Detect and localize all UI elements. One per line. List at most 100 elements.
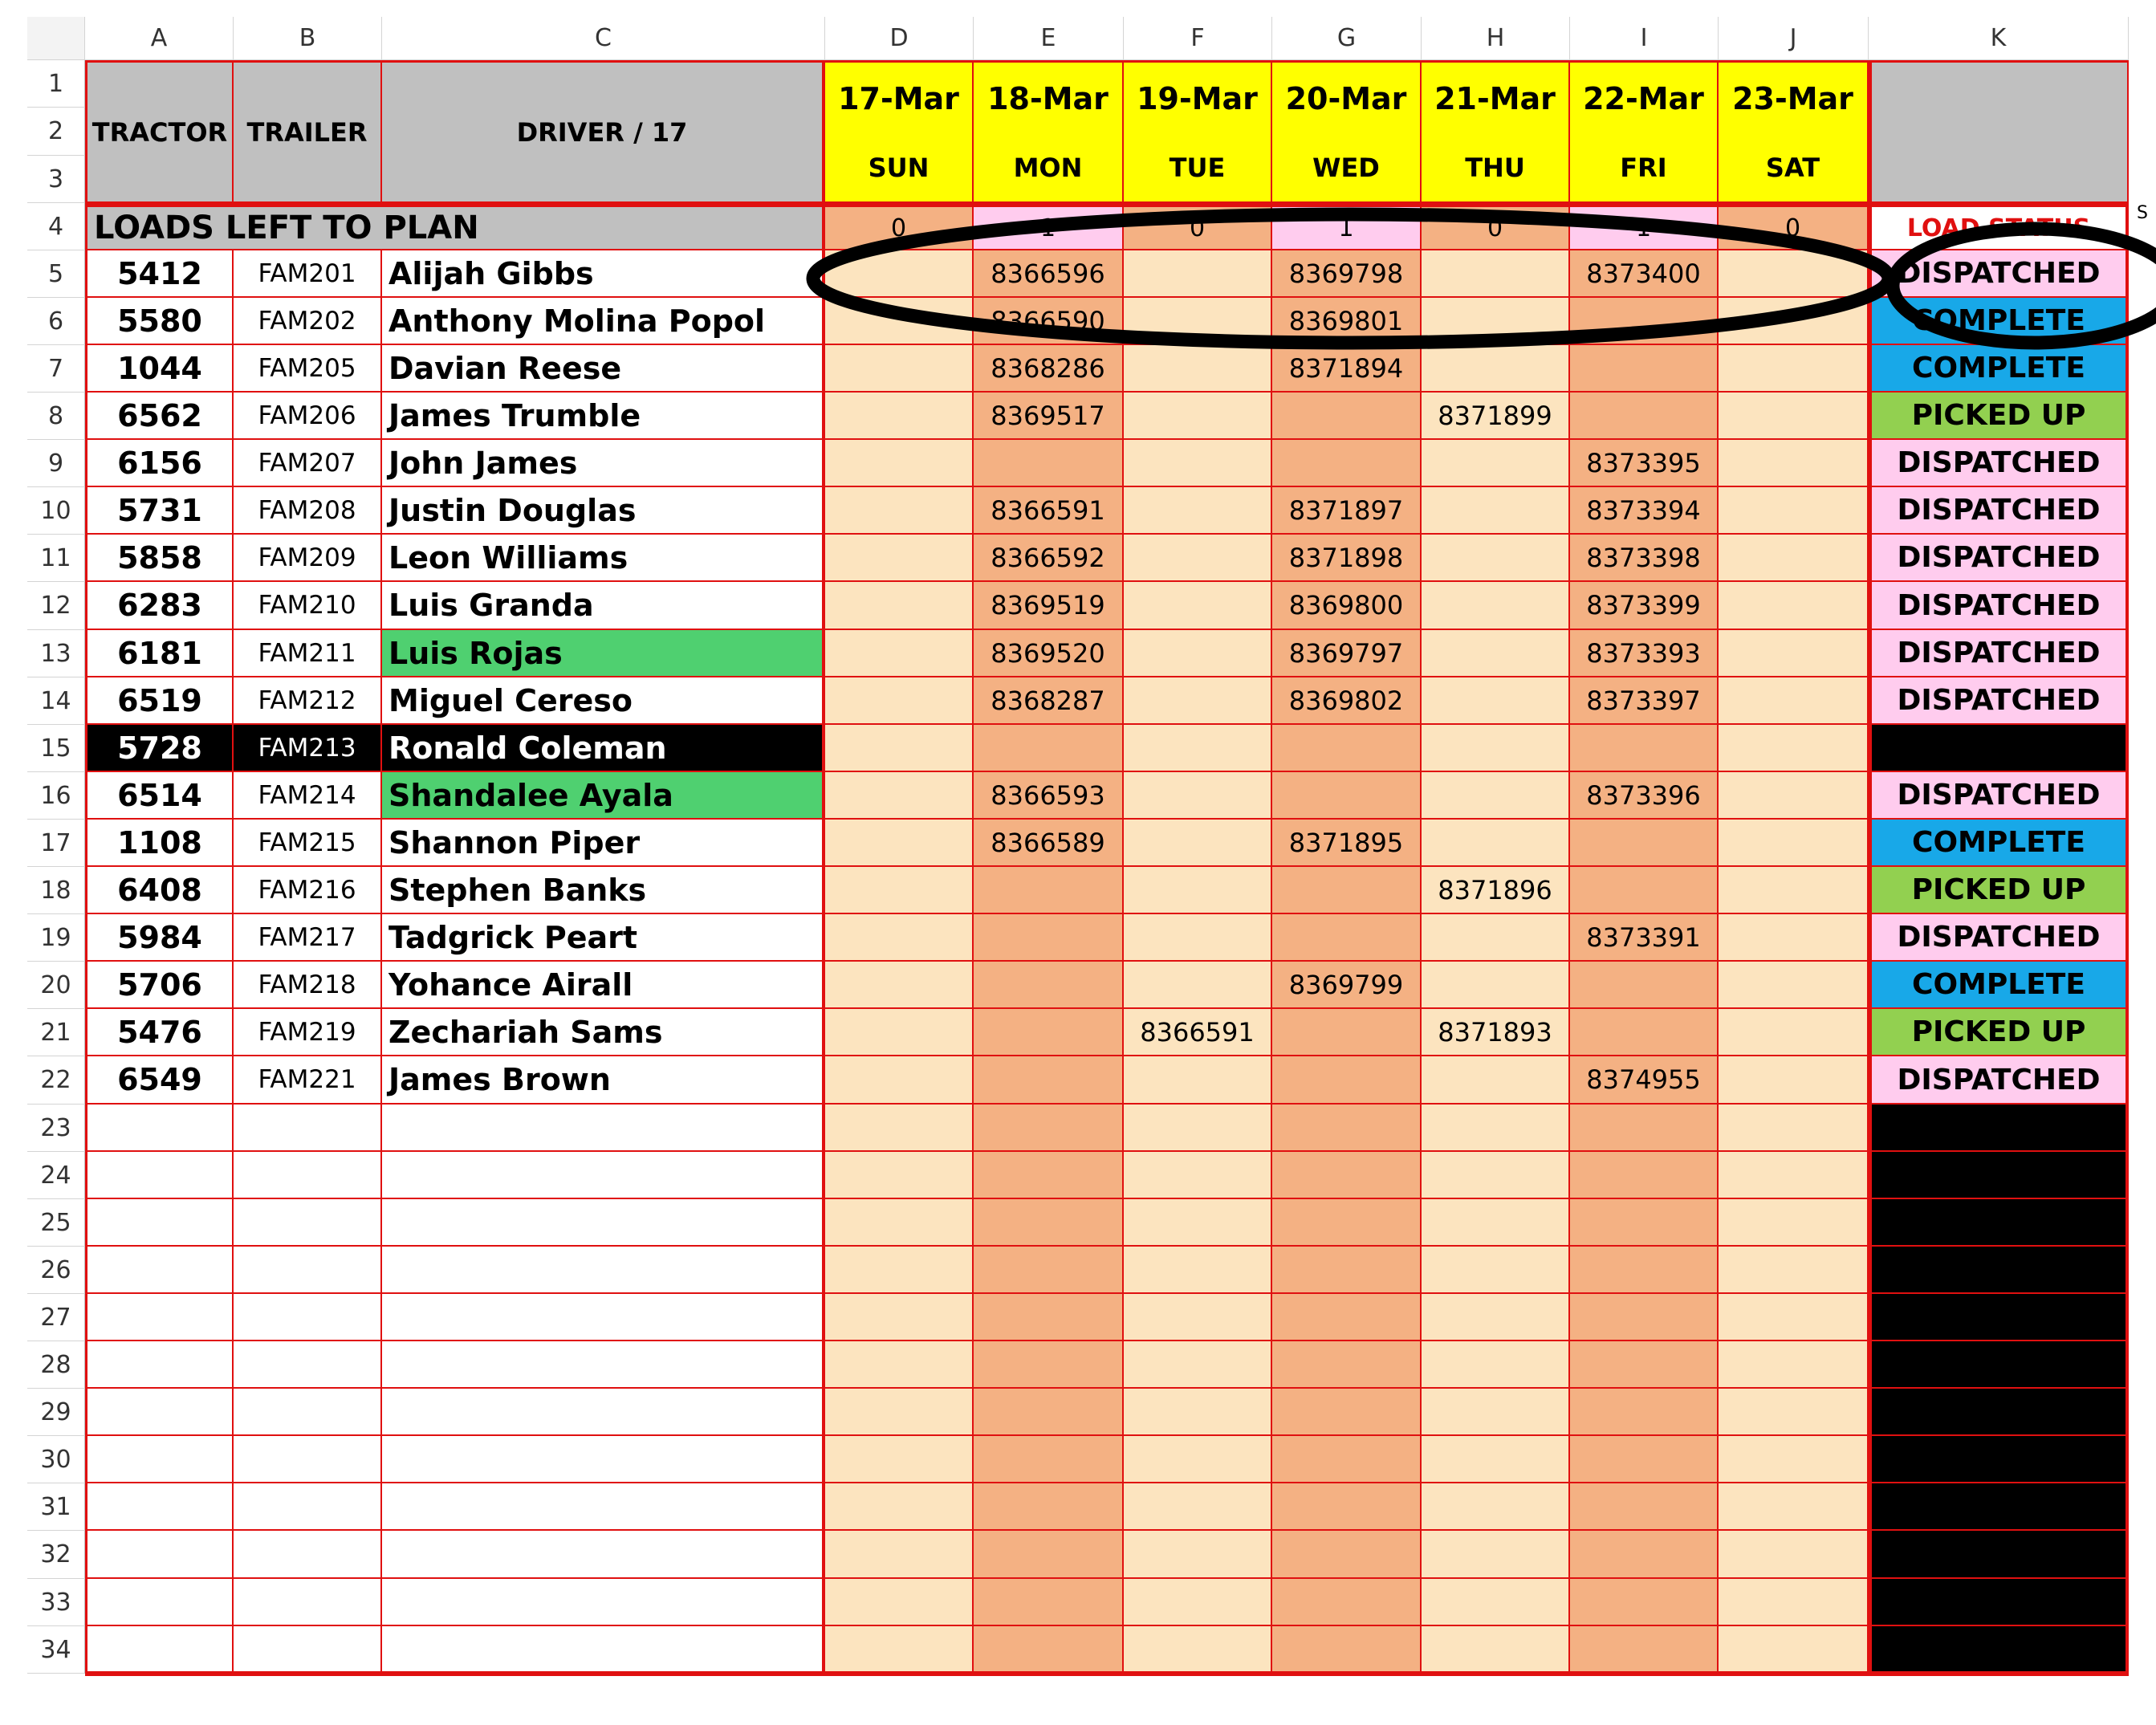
load-cell[interactable] bbox=[1124, 725, 1272, 772]
load-cell[interactable] bbox=[1719, 298, 1869, 345]
empty-cell[interactable] bbox=[1272, 1436, 1422, 1483]
column-header-k[interactable]: K bbox=[1869, 17, 2129, 60]
load-cell[interactable] bbox=[1422, 487, 1570, 535]
column-header-e[interactable]: E bbox=[974, 17, 1124, 60]
load-cell[interactable] bbox=[1272, 725, 1422, 772]
load-cell[interactable] bbox=[1570, 393, 1719, 440]
empty-cell[interactable] bbox=[1719, 1531, 1869, 1579]
load-status-cell[interactable]: DISPATCHED bbox=[1869, 677, 2129, 725]
load-cell[interactable] bbox=[825, 630, 974, 677]
driver-cell[interactable]: James Trumble bbox=[382, 393, 825, 440]
empty-status-cell[interactable] bbox=[1869, 1294, 2129, 1341]
load-cell[interactable] bbox=[1719, 393, 1869, 440]
empty-cell[interactable] bbox=[1272, 1483, 1422, 1531]
empty-cell[interactable] bbox=[825, 1294, 974, 1341]
row-header-12[interactable]: 12 bbox=[27, 582, 85, 630]
row-header-9[interactable]: 9 bbox=[27, 440, 85, 487]
trailer-cell[interactable]: FAM206 bbox=[234, 393, 382, 440]
load-cell[interactable] bbox=[1124, 487, 1272, 535]
load-cell[interactable]: 8373399 bbox=[1570, 582, 1719, 630]
row-header-14[interactable]: 14 bbox=[27, 677, 85, 725]
empty-cell[interactable] bbox=[382, 1341, 825, 1389]
row-header-25[interactable]: 25 bbox=[27, 1199, 85, 1247]
empty-cell[interactable] bbox=[1570, 1152, 1719, 1199]
empty-cell[interactable] bbox=[1124, 1152, 1272, 1199]
trailer-cell[interactable]: FAM201 bbox=[234, 250, 382, 298]
empty-cell[interactable] bbox=[1422, 1531, 1570, 1579]
row-header-18[interactable]: 18 bbox=[27, 867, 85, 914]
load-cell[interactable] bbox=[1719, 820, 1869, 867]
load-cell[interactable] bbox=[1124, 820, 1272, 867]
empty-cell[interactable] bbox=[1272, 1199, 1422, 1247]
load-cell[interactable]: 8373393 bbox=[1570, 630, 1719, 677]
empty-cell[interactable] bbox=[974, 1483, 1124, 1531]
load-cell[interactable] bbox=[825, 677, 974, 725]
column-header-h[interactable]: H bbox=[1422, 17, 1570, 60]
load-cell[interactable] bbox=[1422, 820, 1570, 867]
row-header-16[interactable]: 16 bbox=[27, 772, 85, 820]
empty-cell[interactable] bbox=[1272, 1626, 1422, 1674]
empty-status-cell[interactable] bbox=[1869, 1199, 2129, 1247]
load-cell[interactable] bbox=[1272, 772, 1422, 820]
empty-cell[interactable] bbox=[234, 1531, 382, 1579]
load-cell[interactable] bbox=[1570, 1009, 1719, 1056]
empty-cell[interactable] bbox=[974, 1105, 1124, 1152]
tractor-cell[interactable]: 5731 bbox=[85, 487, 234, 535]
trailer-cell[interactable]: FAM221 bbox=[234, 1056, 382, 1105]
load-cell[interactable]: 8371899 bbox=[1422, 393, 1570, 440]
load-cell[interactable]: 8373394 bbox=[1570, 487, 1719, 535]
trailer-cell[interactable]: FAM213 bbox=[234, 725, 382, 772]
load-cell[interactable] bbox=[825, 393, 974, 440]
empty-status-cell[interactable] bbox=[1869, 1152, 2129, 1199]
column-header-f[interactable]: F bbox=[1124, 17, 1272, 60]
empty-cell[interactable] bbox=[1124, 1531, 1272, 1579]
load-cell[interactable]: 8369802 bbox=[1272, 677, 1422, 725]
load-status-cell[interactable]: DISPATCHED bbox=[1869, 250, 2129, 298]
trailer-cell[interactable]: FAM208 bbox=[234, 487, 382, 535]
row-header-10[interactable]: 10 bbox=[27, 487, 85, 535]
load-cell[interactable] bbox=[1719, 677, 1869, 725]
load-cell[interactable] bbox=[1124, 393, 1272, 440]
column-header-g[interactable]: G bbox=[1272, 17, 1422, 60]
load-cell[interactable] bbox=[1570, 867, 1719, 914]
trailer-cell[interactable]: FAM207 bbox=[234, 440, 382, 487]
trailer-cell[interactable]: FAM205 bbox=[234, 345, 382, 393]
empty-cell[interactable] bbox=[382, 1483, 825, 1531]
empty-cell[interactable] bbox=[1570, 1436, 1719, 1483]
load-cell[interactable]: 8366591 bbox=[1124, 1009, 1272, 1056]
load-cell[interactable] bbox=[974, 914, 1124, 962]
driver-cell[interactable]: Zechariah Sams bbox=[382, 1009, 825, 1056]
empty-status-cell[interactable] bbox=[1869, 1105, 2129, 1152]
row-header-13[interactable]: 13 bbox=[27, 630, 85, 677]
load-status-cell[interactable]: DISPATCHED bbox=[1869, 772, 2129, 820]
empty-cell[interactable] bbox=[1272, 1341, 1422, 1389]
empty-cell[interactable] bbox=[1422, 1389, 1570, 1436]
tractor-cell[interactable]: 6283 bbox=[85, 582, 234, 630]
load-cell[interactable] bbox=[1422, 440, 1570, 487]
row-header-15[interactable]: 15 bbox=[27, 725, 85, 772]
empty-cell[interactable] bbox=[1272, 1531, 1422, 1579]
empty-cell[interactable] bbox=[234, 1105, 382, 1152]
row-header-30[interactable]: 30 bbox=[27, 1436, 85, 1483]
column-header-d[interactable]: D bbox=[825, 17, 974, 60]
load-cell[interactable]: 8371896 bbox=[1422, 867, 1570, 914]
empty-cell[interactable] bbox=[1422, 1483, 1570, 1531]
column-header-i[interactable]: I bbox=[1570, 17, 1719, 60]
empty-cell[interactable] bbox=[1124, 1247, 1272, 1294]
empty-cell[interactable] bbox=[234, 1247, 382, 1294]
empty-cell[interactable] bbox=[85, 1483, 234, 1531]
load-cell[interactable] bbox=[825, 440, 974, 487]
driver-cell[interactable]: Stephen Banks bbox=[382, 867, 825, 914]
empty-cell[interactable] bbox=[1719, 1105, 1869, 1152]
empty-cell[interactable] bbox=[85, 1152, 234, 1199]
load-cell[interactable] bbox=[1719, 440, 1869, 487]
load-cell[interactable] bbox=[1719, 962, 1869, 1009]
load-cell[interactable] bbox=[1422, 345, 1570, 393]
tractor-cell[interactable]: 6562 bbox=[85, 393, 234, 440]
empty-cell[interactable] bbox=[974, 1389, 1124, 1436]
load-cell[interactable]: 8369797 bbox=[1272, 630, 1422, 677]
empty-cell[interactable] bbox=[85, 1389, 234, 1436]
load-cell[interactable] bbox=[1422, 677, 1570, 725]
load-status-cell[interactable]: DISPATCHED bbox=[1869, 440, 2129, 487]
empty-cell[interactable] bbox=[382, 1199, 825, 1247]
